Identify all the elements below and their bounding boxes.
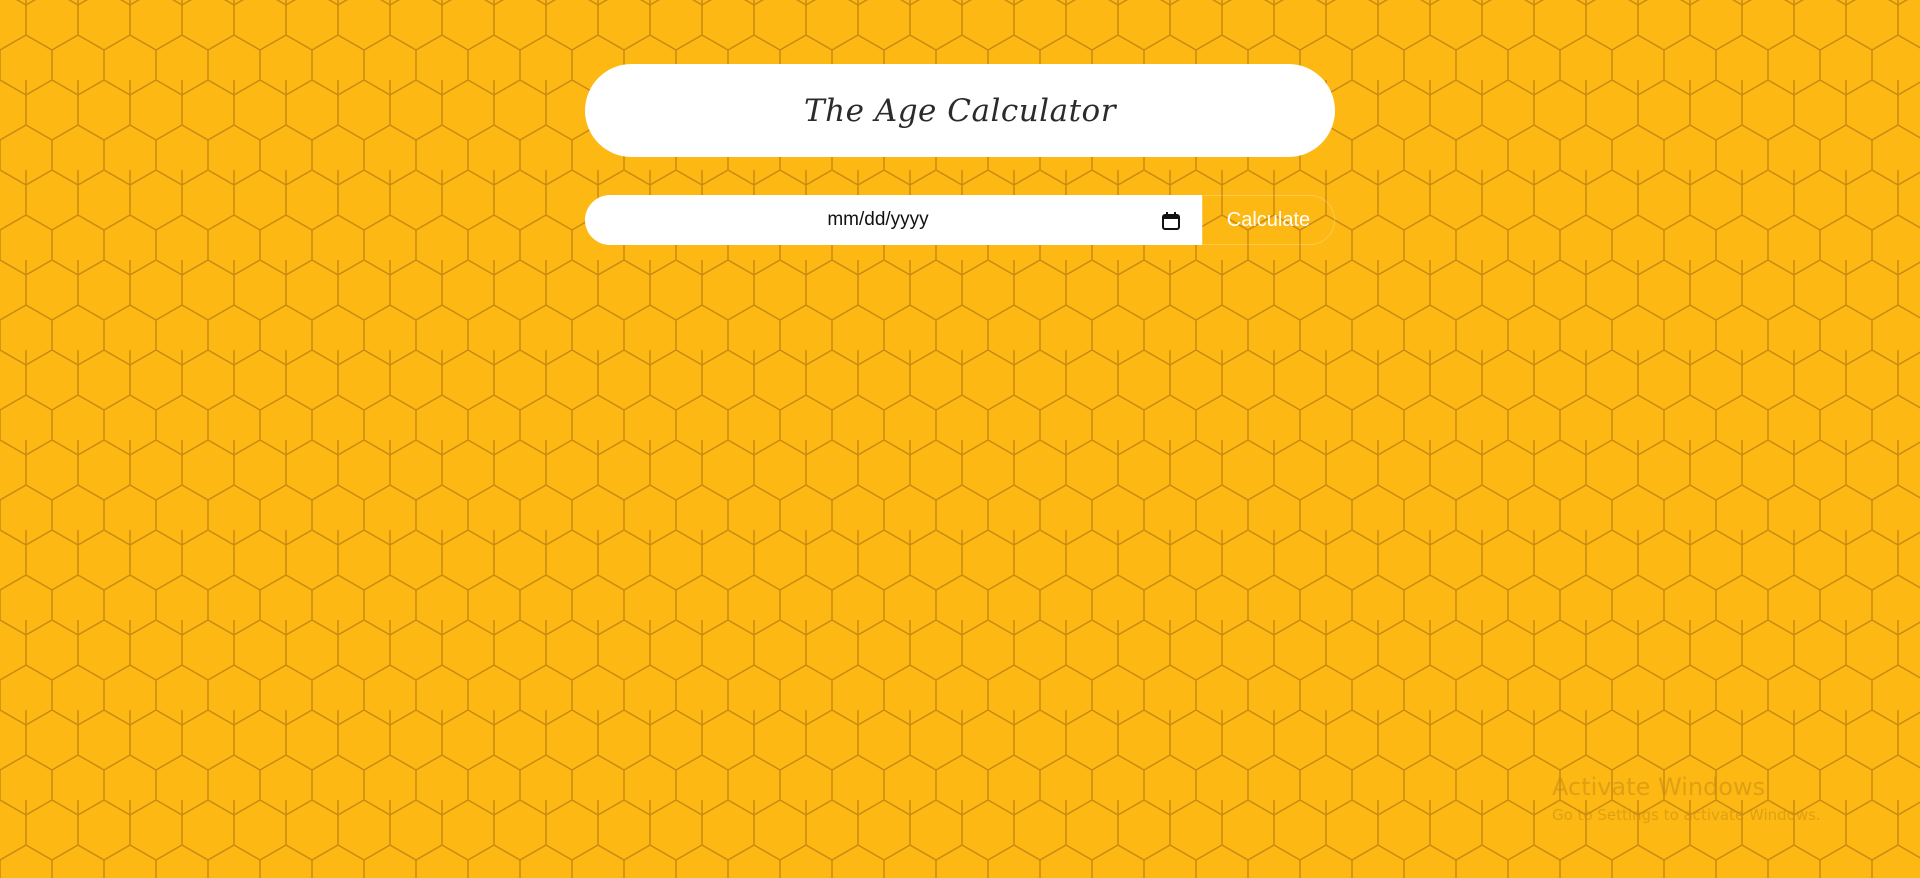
windows-activation-watermark: Activate Windows Go to Settings to activ… [1552,772,1821,826]
title-card: The Age Calculator [585,64,1335,157]
age-form: mm/dd/yyyy Calculate [585,195,1335,245]
calculate-button[interactable]: Calculate [1202,195,1335,245]
watermark-title: Activate Windows [1552,773,1766,801]
calendar-icon[interactable] [1161,211,1181,231]
birthdate-input[interactable]: mm/dd/yyyy [585,195,1202,245]
watermark-subtitle: Go to Settings to activate Windows. [1552,806,1821,824]
page-title: The Age Calculator [803,92,1117,129]
date-placeholder: mm/dd/yyyy [827,209,929,230]
